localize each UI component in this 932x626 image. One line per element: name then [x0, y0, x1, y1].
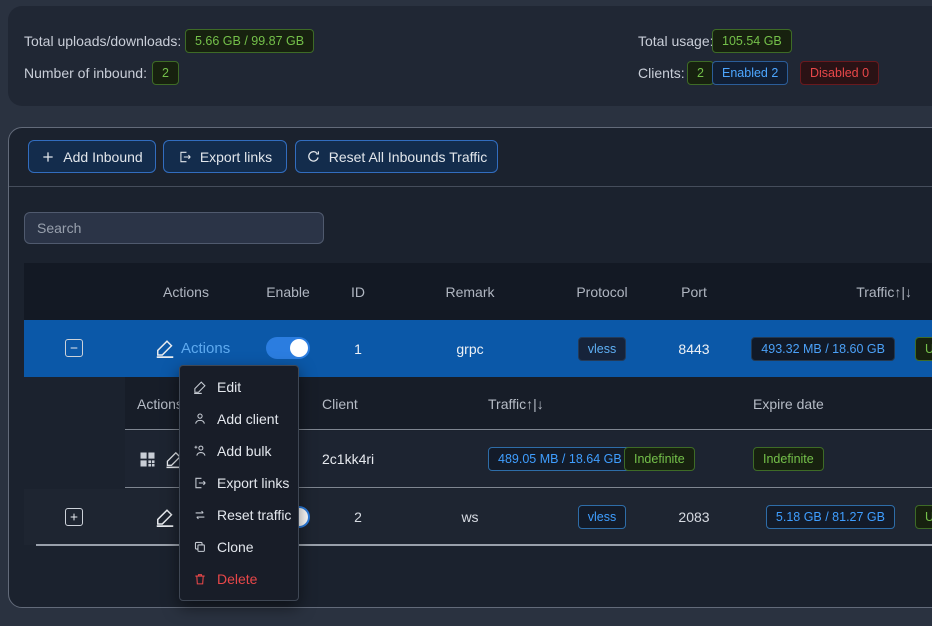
- header-actions[interactable]: Actions: [146, 263, 226, 320]
- menu-item-label: Clone: [217, 539, 254, 555]
- cell-total-clipped: Unlimited: [915, 320, 932, 377]
- header-protocol[interactable]: Protocol: [562, 263, 642, 320]
- client-name: 2c1kk4ri: [322, 431, 374, 487]
- cell-remark: ws: [430, 489, 510, 545]
- clone-icon: [193, 540, 207, 554]
- enable-toggle-row-1[interactable]: [266, 337, 310, 359]
- menu-item-label: Add bulk: [217, 443, 271, 459]
- inbound-row-2[interactable]: Actions 2 ws vless 2083 5.18 GB / 81.27 …: [24, 489, 932, 545]
- actions-context-menu: Edit Add client Add bulk Export links Re…: [179, 365, 299, 601]
- cell-traffic: 5.18 GB / 81.27 GB: [755, 489, 895, 545]
- cell-id: 1: [338, 320, 378, 377]
- expand-row-button[interactable]: [65, 508, 83, 526]
- table-bottom-border: [36, 544, 932, 546]
- export-links-label: Export links: [200, 149, 272, 165]
- client-header-actions: Actions: [137, 377, 183, 430]
- clients-label: Clients:: [638, 62, 685, 84]
- header-traffic[interactable]: Traffic↑|↓: [802, 263, 912, 320]
- expire-badge: Indefinite: [753, 447, 824, 471]
- header-id[interactable]: ID: [338, 263, 378, 320]
- reset-traffic-icon: [193, 508, 207, 522]
- menu-item-label: Reset traffic: [217, 507, 291, 523]
- cell-protocol: vless: [562, 320, 642, 377]
- inbound-count-value: 2: [152, 61, 179, 85]
- menu-item-reset-traffic[interactable]: Reset traffic: [180, 499, 298, 531]
- add-inbound-label: Add Inbound: [63, 149, 142, 165]
- clients-enabled-badge: Enabled 2: [712, 61, 788, 85]
- collapse-row-button[interactable]: [65, 339, 83, 357]
- header-enable[interactable]: Enable: [253, 263, 323, 320]
- edit-pencil-icon[interactable]: [154, 337, 176, 359]
- menu-item-label: Export links: [217, 475, 289, 491]
- plus-icon: [69, 512, 79, 522]
- cell-port: 2083: [659, 489, 729, 545]
- stats-card: Total uploads/downloads: 5.66 GB / 99.87…: [8, 6, 932, 106]
- add-client-icon: [193, 412, 207, 426]
- traffic-badge: 493.32 MB / 18.60 GB: [751, 337, 895, 361]
- total-badge: Unlimited: [915, 505, 932, 529]
- menu-item-label: Add client: [217, 411, 278, 427]
- reset-all-traffic-label: Reset All Inbounds Traffic: [329, 149, 488, 165]
- header-remark[interactable]: Remark: [430, 263, 510, 320]
- cell-port: 8443: [659, 320, 729, 377]
- qrcode-icon[interactable]: [137, 431, 158, 487]
- client-traffic: 489.05 MB / 18.64 GB: [488, 431, 632, 487]
- menu-item-clone[interactable]: Clone: [180, 531, 298, 563]
- traffic-badge: 5.18 GB / 81.27 GB: [766, 505, 895, 529]
- menu-item-edit[interactable]: Edit: [180, 371, 298, 403]
- export-links-button[interactable]: Export links: [163, 140, 287, 173]
- minus-icon: [69, 343, 79, 353]
- inbounds-page: Total uploads/downloads: 5.66 GB / 99.87…: [0, 0, 932, 626]
- inbound-count-label: Number of inbound:: [24, 62, 147, 84]
- edit-icon: [193, 380, 207, 394]
- cell-id: 2: [338, 489, 378, 545]
- menu-item-export-links[interactable]: Export links: [180, 467, 298, 499]
- total-badge: Unlimited: [915, 337, 932, 361]
- cell-remark: grpc: [430, 320, 510, 377]
- cell-traffic: 493.32 MB / 18.60 GB: [755, 320, 895, 377]
- menu-item-delete[interactable]: Delete: [180, 563, 298, 595]
- clients-disabled-badge: Disabled 0: [800, 61, 879, 85]
- uploads-downloads-label: Total uploads/downloads:: [24, 30, 181, 52]
- total-usage-value: 105.54 GB: [712, 29, 792, 53]
- search-input[interactable]: [24, 212, 324, 244]
- plus-icon: [41, 150, 55, 164]
- toolbar-divider: [9, 186, 932, 187]
- protocol-tag: vless: [578, 505, 626, 529]
- header-port[interactable]: Port: [659, 263, 729, 320]
- clients-count-value: 2: [687, 61, 714, 85]
- inbound-row-1[interactable]: Actions 1 grpc vless 8443 493.32 MB / 18…: [24, 320, 932, 377]
- total-usage-label: Total usage:: [638, 30, 714, 52]
- export-icon: [178, 150, 192, 164]
- toggle-knob: [290, 339, 308, 357]
- reload-icon: [306, 149, 321, 164]
- client-expire: Indefinite: [753, 431, 824, 487]
- menu-item-label: Delete: [217, 571, 257, 587]
- cell-protocol: vless: [562, 489, 642, 545]
- client-header-expire[interactable]: Expire date: [753, 377, 824, 430]
- add-bulk-icon: [193, 444, 207, 458]
- menu-item-add-client[interactable]: Add client: [180, 403, 298, 435]
- export-links-icon: [193, 476, 207, 490]
- edit-pencil-icon[interactable]: [154, 506, 176, 528]
- add-inbound-button[interactable]: Add Inbound: [28, 140, 156, 173]
- protocol-tag: vless: [578, 337, 626, 361]
- client-traffic-limit: Indefinite: [624, 431, 695, 487]
- client-traffic-badge: 489.05 MB / 18.64 GB: [488, 447, 632, 471]
- delete-icon: [193, 572, 207, 586]
- cell-total-clipped: Unlimited: [915, 489, 932, 545]
- client-header-client[interactable]: Client: [322, 377, 358, 430]
- menu-item-add-bulk[interactable]: Add bulk: [180, 435, 298, 467]
- menu-item-label: Edit: [217, 379, 241, 395]
- reset-all-traffic-button[interactable]: Reset All Inbounds Traffic: [295, 140, 498, 173]
- traffic-limit-badge: Indefinite: [624, 447, 695, 471]
- client-header-traffic[interactable]: Traffic↑|↓: [488, 377, 544, 430]
- uploads-downloads-value: 5.66 GB / 99.87 GB: [185, 29, 314, 53]
- inbounds-table-header: Actions Enable ID Remark Protocol Port T…: [24, 263, 932, 320]
